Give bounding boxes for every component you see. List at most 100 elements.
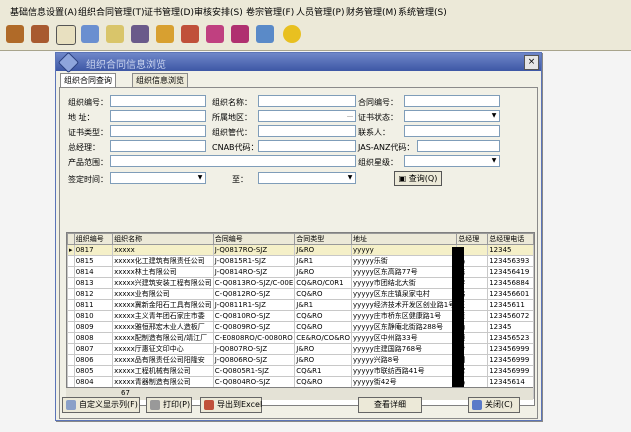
table-cell: 0815 [73,255,114,267]
column-header[interactable]: 总经理 [456,233,489,245]
org-level-select[interactable]: ▼ [404,155,500,167]
window-icon [57,51,80,74]
org-code-label: 组织编号： [68,98,108,107]
table-cell: 12345611 [487,299,534,311]
table-cell: 123456393 [487,255,534,267]
cnab-input[interactable] [258,140,356,152]
address-input[interactable] [110,110,206,122]
table-cell: J-Q0815R1-SJZ [212,255,296,267]
archive-icon[interactable] [228,22,252,46]
table-cell: 123456072 [487,310,534,322]
contract-window: 组织合同信息浏览 × 组织合同查询 组织信息浏览 组织编号： 组织名称： 合同编… [55,51,542,421]
menu-finance[interactable]: 财务管理(M) [346,5,397,18]
org-name-input[interactable] [258,95,356,107]
table-cell: J&R1 [294,299,353,311]
org-code-input[interactable] [110,95,206,107]
table-cell: 123456419 [487,266,534,278]
manager-input[interactable] [110,140,206,152]
custom-columns-button[interactable]: 自定义显示列(F) [62,397,140,413]
table-cell: J&RO [294,354,353,366]
table-cell: xxxxx兴建筑安装工程有限公司 [112,277,214,289]
table-cell: 0808 [73,332,114,344]
window-title: 组织合同信息浏览 [86,60,166,71]
jas-label: JAS-ANZ代码： [358,143,415,152]
jas-input[interactable] [417,140,500,152]
contact-input[interactable] [404,125,500,137]
row-indicator [67,343,75,355]
menu-certificate[interactable]: 证书管理(D) [144,5,194,18]
cert-status-select[interactable]: ▼ [404,110,500,122]
folder-icon[interactable] [153,22,177,46]
edit-icon[interactable] [78,22,102,46]
menu-system[interactable]: 系统管理(S) [398,5,447,18]
cert-type-input[interactable] [110,125,206,137]
view-details-button[interactable]: 查看详细 [358,397,422,413]
archive-icon[interactable] [203,22,227,46]
menu-audit[interactable]: 审核安排(S) [194,5,243,18]
table-cell: yyyyy街42号 [351,376,458,388]
column-header[interactable]: 地址 [351,233,458,245]
export-excel-button[interactable]: 导出到Excel [200,397,262,413]
table-cell: xxxxx雅恒邢宏木业人造板厂 [112,321,214,333]
org-name-label: 组织名称： [212,98,252,107]
table-cell: 12345614 [487,376,534,388]
table-cell: C-Q0804RO-SJZ [212,376,296,388]
row-indicator [67,376,75,388]
menu-dossier[interactable]: 卷宗管理(F) [246,5,294,18]
table-cell: xxxxx厅惠征文印中心 [112,343,214,355]
table-cell: 0806 [73,354,114,366]
table-header: 组织编号 组织名称 合同编号 合同类型 地址 总经理 总经理电话 [67,233,534,245]
column-header[interactable]: 总经理电话 [487,233,534,245]
table-cell: 0817 [73,244,114,256]
table-cell: CQ&RO [294,288,353,300]
column-header[interactable]: 合同编号 [212,233,296,245]
exit-icon[interactable] [280,22,304,46]
table-cell: 0811 [73,299,114,311]
table-cell: C-Q0810RO-SJZ [212,310,296,322]
query-panel: 组织编号： 组织名称： 合同编号： 地 址： 所属地区： … 证书状态： ▼ 证… [59,87,538,419]
row-indicator [67,365,75,377]
transfer-icon[interactable] [253,22,277,46]
menu-personnel[interactable]: 人员管理(P) [296,5,344,18]
table-cell: yyyyy区东高路77号 [351,266,458,278]
print-button[interactable]: 打印(P) [146,397,192,413]
address-label: 地 址： [68,113,95,122]
tab-org-browse[interactable]: 组织信息浏览 [132,73,188,87]
table-cell: 0804 [73,376,114,388]
table-cell: 12345 [487,321,534,333]
close-button[interactable]: 关闭(C) [468,397,520,413]
edit-doc-icon[interactable] [178,22,202,46]
table-cell: CQ&RO [294,376,353,388]
book-icon[interactable] [28,22,52,46]
pen-icon[interactable] [103,22,127,46]
org-level-label: 组织星级： [358,158,398,167]
close-icon[interactable]: × [524,55,539,70]
stamp-icon[interactable] [128,22,152,46]
table-cell: 0810 [73,310,114,322]
notepad-icon[interactable] [53,22,77,46]
row-indicator [67,255,75,267]
ellipsis-icon[interactable]: … [346,112,354,120]
menu-contract[interactable]: 组织合同管理(T) [78,5,145,18]
org-tube-input[interactable] [258,125,356,137]
table-cell: CQ&R1 [294,365,353,377]
contract-code-input[interactable] [404,95,500,107]
table-cell: J-Q0806RO-SJZ [212,354,296,366]
table-cell: xxxxx配制造有限公司/靖江厂 [112,332,214,344]
product-input[interactable] [110,155,356,167]
book-icon[interactable] [3,22,27,46]
table-cell: xxxxx冀新金阳石工具有限公司 [112,299,214,311]
column-header[interactable]: 合同类型 [294,233,353,245]
sign-time-to[interactable]: ▼ [258,172,356,184]
table-cell: C-Q0805R1-SJZ [212,365,296,377]
tab-contract-query[interactable]: 组织合同查询 [60,73,116,88]
column-header[interactable]: 组织名称 [112,233,214,245]
query-button[interactable]: ▣ 查询(Q) [394,171,442,186]
region-input[interactable]: … [258,110,356,122]
column-header[interactable]: 组织编号 [73,233,114,245]
window-titlebar[interactable]: 组织合同信息浏览 × [56,51,541,74]
sign-time-from[interactable]: ▼ [110,172,206,184]
table-cell: xxxxx主义青年团石家庄市委 [112,310,214,322]
table-cell: yyyyy区中州路33号 [351,332,458,344]
menu-basic-info[interactable]: 基础信息设置(A) [10,5,77,18]
